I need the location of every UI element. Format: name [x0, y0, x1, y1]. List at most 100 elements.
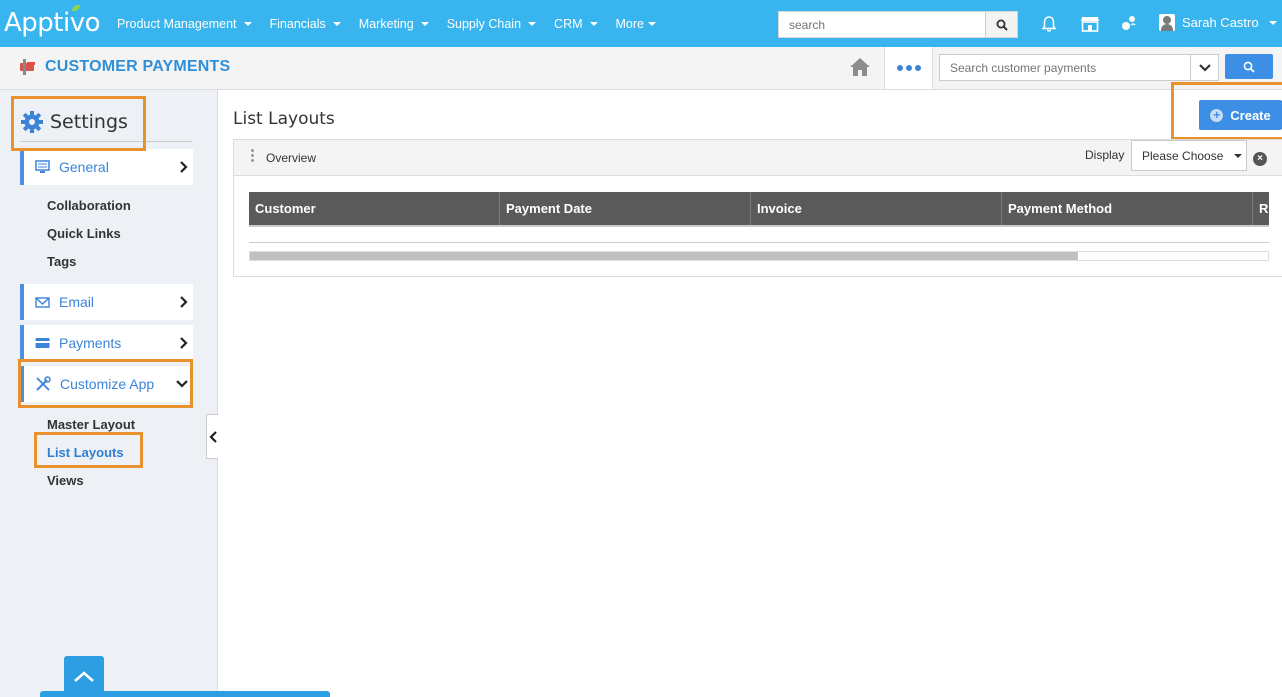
nav-marketing[interactable]: Marketing	[350, 17, 438, 31]
home-icon	[850, 58, 870, 76]
chevron-down-icon	[1198, 63, 1211, 72]
plus-circle-icon: +	[1210, 108, 1224, 122]
credit-card-icon	[35, 338, 50, 348]
connections-button[interactable]	[1118, 13, 1140, 35]
logo-text: Apptivo	[4, 8, 101, 38]
avatar	[1159, 14, 1175, 31]
app-header-bar: CUSTOMER PAYMENTS	[0, 47, 1282, 90]
nav-crm[interactable]: CRM	[545, 17, 606, 31]
sidebar-item-label: Customize App	[60, 376, 155, 392]
sidebar-link-tags[interactable]: Tags	[47, 254, 76, 269]
sidebar-link-master-layout[interactable]: Master Layout	[47, 417, 135, 432]
monitor-icon	[35, 160, 50, 173]
gear-icon	[21, 111, 43, 133]
nav-label: Product Management	[117, 16, 237, 31]
global-search	[778, 11, 1018, 38]
sidebar-link-list-layouts[interactable]: List Layouts	[47, 445, 124, 460]
chevron-right-icon	[180, 161, 188, 173]
caret-down-icon	[332, 21, 341, 26]
search-filter-dropdown[interactable]	[1190, 55, 1218, 80]
chevron-down-icon	[176, 380, 188, 388]
nav-more[interactable]: More	[607, 17, 665, 31]
envelope-icon	[35, 296, 50, 308]
global-search-input[interactable]	[779, 12, 985, 37]
user-menu[interactable]: Sarah Castro	[1159, 14, 1277, 31]
column-header-customer[interactable]: Customer	[249, 192, 500, 225]
nav-label: Marketing	[358, 16, 414, 31]
page-title: CUSTOMER PAYMENTS	[45, 58, 231, 75]
horizontal-scrollbar[interactable]	[249, 251, 1269, 261]
chevron-up-icon	[74, 670, 94, 682]
caret-down-icon	[648, 21, 656, 26]
column-header-truncated[interactable]: R	[1253, 192, 1269, 225]
sidebar-link-collaboration[interactable]: Collaboration	[47, 198, 131, 213]
sidebar-item-email[interactable]: Email	[20, 284, 193, 320]
section-heading: List Layouts	[233, 109, 335, 129]
column-header-payment-date[interactable]: Payment Date	[500, 192, 751, 225]
sidebar-link-quick-links[interactable]: Quick Links	[47, 226, 121, 241]
scrollbar-thumb[interactable]	[250, 252, 1078, 260]
store-icon	[1081, 17, 1099, 32]
home-button[interactable]	[848, 55, 872, 82]
sidebar-item-general[interactable]: General	[20, 149, 193, 185]
chevron-left-icon	[208, 430, 217, 443]
more-options-button[interactable]	[884, 47, 933, 89]
caret-down-icon	[1234, 153, 1243, 158]
user-name: Sarah Castro	[1182, 15, 1259, 30]
panel-header: Overview Display Please Choose ×	[234, 140, 1282, 176]
sidebar-item-customize-app[interactable]: Customize App	[20, 366, 193, 402]
tools-icon	[36, 376, 51, 391]
sidebar-item-label: General	[59, 159, 109, 175]
sidebar-item-payments[interactable]: Payments	[20, 325, 193, 361]
drag-handle-icon[interactable]	[251, 149, 254, 162]
search-icon	[1243, 61, 1255, 73]
caret-down-icon	[243, 21, 252, 26]
dot-icon	[914, 65, 921, 71]
nav-supply-chain[interactable]: Supply Chain	[438, 17, 545, 31]
nav-label: More	[615, 16, 644, 31]
caret-down-icon	[420, 21, 429, 26]
create-label: Create	[1230, 107, 1271, 123]
app-store-button[interactable]	[1079, 13, 1101, 35]
settings-sidebar: Settings General Collaboration Quick Lin…	[0, 90, 218, 697]
sidebar-item-label: Payments	[59, 335, 122, 351]
display-select-value: Please Choose	[1142, 148, 1224, 163]
dot-icon	[896, 65, 903, 71]
caret-down-icon	[1268, 20, 1277, 25]
app-search-button[interactable]	[1225, 54, 1273, 79]
nav-label: CRM	[554, 16, 583, 31]
sidebar-link-views[interactable]: Views	[47, 473, 84, 488]
dot-icon	[905, 65, 912, 71]
column-header-payment-method[interactable]: Payment Method	[1002, 192, 1253, 225]
payments-app-icon	[20, 59, 35, 75]
column-header-row: Customer Payment Date Invoice Payment Me…	[249, 192, 1269, 227]
column-header-invoice[interactable]: Invoice	[751, 192, 1002, 225]
caret-down-icon	[528, 21, 537, 26]
bell-icon	[1041, 16, 1057, 32]
overview-panel: Overview Display Please Choose × Custome…	[233, 139, 1282, 277]
create-button[interactable]: + Create	[1199, 100, 1282, 130]
apptivo-logo[interactable]: Apptivo	[4, 5, 101, 38]
app-search-input[interactable]	[940, 55, 1190, 80]
settings-heading: Settings	[20, 110, 128, 134]
app-search	[939, 54, 1219, 81]
settings-label: Settings	[50, 111, 128, 133]
close-icon[interactable]: ×	[1253, 152, 1267, 166]
display-select[interactable]: Please Choose	[1131, 140, 1247, 171]
nav-financials[interactable]: Financials	[261, 17, 350, 31]
sidebar-item-label: Email	[59, 294, 95, 310]
search-icon	[996, 19, 1008, 31]
main-nav: Product Management Financials Marketing …	[108, 0, 665, 47]
global-search-button[interactable]	[985, 12, 1017, 37]
bottom-bar	[40, 691, 330, 697]
grid-divider	[249, 242, 1269, 243]
sidebar-collapse-button[interactable]	[206, 414, 218, 459]
nav-product-management[interactable]: Product Management	[108, 17, 261, 31]
display-label: Display	[1085, 148, 1125, 162]
notifications-button[interactable]	[1038, 13, 1060, 35]
chevron-right-icon	[180, 337, 188, 349]
chevron-right-icon	[180, 296, 188, 308]
divider	[20, 141, 192, 142]
people-icon	[1122, 16, 1136, 30]
caret-down-icon	[589, 21, 598, 26]
